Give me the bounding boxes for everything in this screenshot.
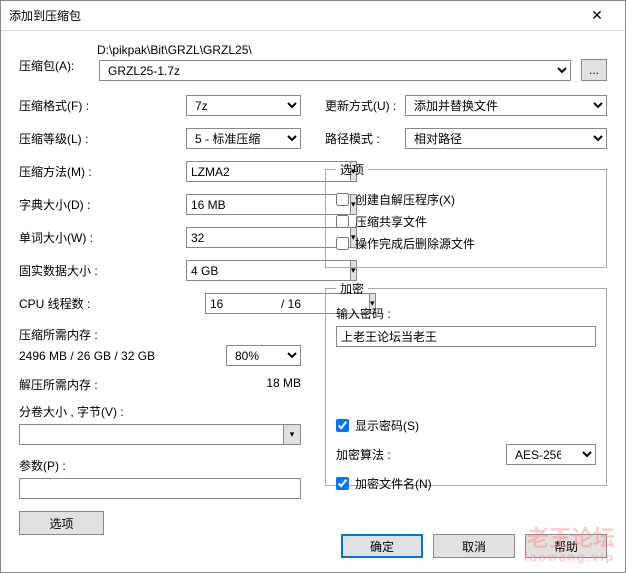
chevron-down-icon[interactable]: ▾: [283, 424, 301, 445]
show-password-label: 显示密码(S): [355, 417, 419, 434]
cpu-label: CPU 线程数 :: [19, 295, 99, 312]
level-select[interactable]: 5 - 标准压缩: [186, 128, 301, 149]
compress-mem-label: 压缩所需内存 :: [19, 326, 301, 343]
update-label: 更新方式(U) :: [325, 97, 405, 114]
enc-method-label: 加密算法 :: [336, 446, 391, 463]
sfx-checkbox-row[interactable]: 创建自解压程序(X): [336, 191, 596, 208]
encrypt-legend: 加密: [336, 280, 368, 297]
delete-checkbox-row[interactable]: 操作完成后删除源文件: [336, 235, 596, 252]
split-input[interactable]: [19, 424, 283, 445]
compress-mem-values: 2496 MB / 26 GB / 32 GB: [19, 349, 155, 363]
options-fieldset: 选项 创建自解压程序(X) 压缩共享文件 操作完成后删除源文件: [325, 161, 607, 268]
params-input[interactable]: [19, 478, 301, 499]
password-label: 输入密码 :: [336, 305, 596, 322]
dialog-body: 压缩包(A): D:\pikpak\Bit\GRZL\GRZL25\ GRZL2…: [1, 31, 625, 547]
browse-button[interactable]: ...: [581, 59, 607, 81]
split-label: 分卷大小 , 字节(V) :: [19, 403, 301, 420]
mem-percent-select[interactable]: 80%: [226, 345, 301, 366]
archive-name-select[interactable]: GRZL25-1.7z: [99, 60, 571, 81]
shared-label: 压缩共享文件: [355, 213, 427, 230]
format-select[interactable]: 7z: [186, 95, 301, 116]
path-mode-select[interactable]: 相对路径: [405, 128, 607, 149]
password-input[interactable]: [336, 326, 596, 347]
show-password-row[interactable]: 显示密码(S): [336, 417, 596, 434]
help-button[interactable]: 帮助: [525, 534, 607, 558]
enc-names-label: 加密文件名(N): [355, 475, 432, 492]
shared-checkbox-row[interactable]: 压缩共享文件: [336, 213, 596, 230]
method-label: 压缩方法(M) :: [19, 163, 99, 180]
titlebar: 添加到压缩包 ✕: [1, 1, 625, 31]
show-password-checkbox[interactable]: [336, 419, 349, 432]
cpu-total: / 16: [281, 297, 301, 311]
enc-method-select[interactable]: AES-256: [506, 444, 596, 465]
enc-names-row[interactable]: 加密文件名(N): [336, 475, 596, 492]
cancel-button[interactable]: 取消: [433, 534, 515, 558]
right-column: 更新方式(U) : 添加并替换文件 路径模式 : 相对路径 选项 创建自解压程序…: [325, 95, 607, 535]
params-label: 参数(P) :: [19, 457, 301, 474]
sfx-checkbox[interactable]: [336, 193, 349, 206]
close-icon[interactable]: ✕: [577, 2, 617, 30]
path-mode-label: 路径模式 :: [325, 130, 405, 147]
format-label: 压缩格式(F) :: [19, 97, 99, 114]
archive-label: 压缩包(A):: [19, 43, 99, 74]
button-bar: 确定 取消 帮助: [341, 534, 607, 558]
sfx-label: 创建自解压程序(X): [355, 191, 455, 208]
update-select[interactable]: 添加并替换文件: [405, 95, 607, 116]
shared-checkbox[interactable]: [336, 215, 349, 228]
dict-label: 字典大小(D) :: [19, 196, 99, 213]
options-legend: 选项: [336, 161, 368, 178]
level-label: 压缩等级(L) :: [19, 130, 99, 147]
left-column: 压缩格式(F) : 7z 压缩等级(L) : 5 - 标准压缩 压缩方法(M) …: [19, 95, 301, 535]
decompress-mem-value: 18 MB: [266, 376, 301, 393]
enc-names-checkbox[interactable]: [336, 477, 349, 490]
ok-button[interactable]: 确定: [341, 534, 423, 558]
delete-checkbox[interactable]: [336, 237, 349, 250]
encrypt-fieldset: 加密 输入密码 : 显示密码(S) 加密算法 : AES-256 加密文件名(N…: [325, 280, 607, 486]
options-button[interactable]: 选项: [19, 511, 104, 535]
archive-path: D:\pikpak\Bit\GRZL\GRZL25\: [97, 43, 607, 57]
solid-label: 固实数据大小 :: [19, 262, 109, 279]
window-title: 添加到压缩包: [9, 7, 577, 24]
dialog-window: 添加到压缩包 ✕ 压缩包(A): D:\pikpak\Bit\GRZL\GRZL…: [0, 0, 626, 573]
delete-label: 操作完成后删除源文件: [355, 235, 475, 252]
word-label: 单词大小(W) :: [19, 229, 99, 246]
decompress-mem-label: 解压所需内存 :: [19, 376, 98, 393]
